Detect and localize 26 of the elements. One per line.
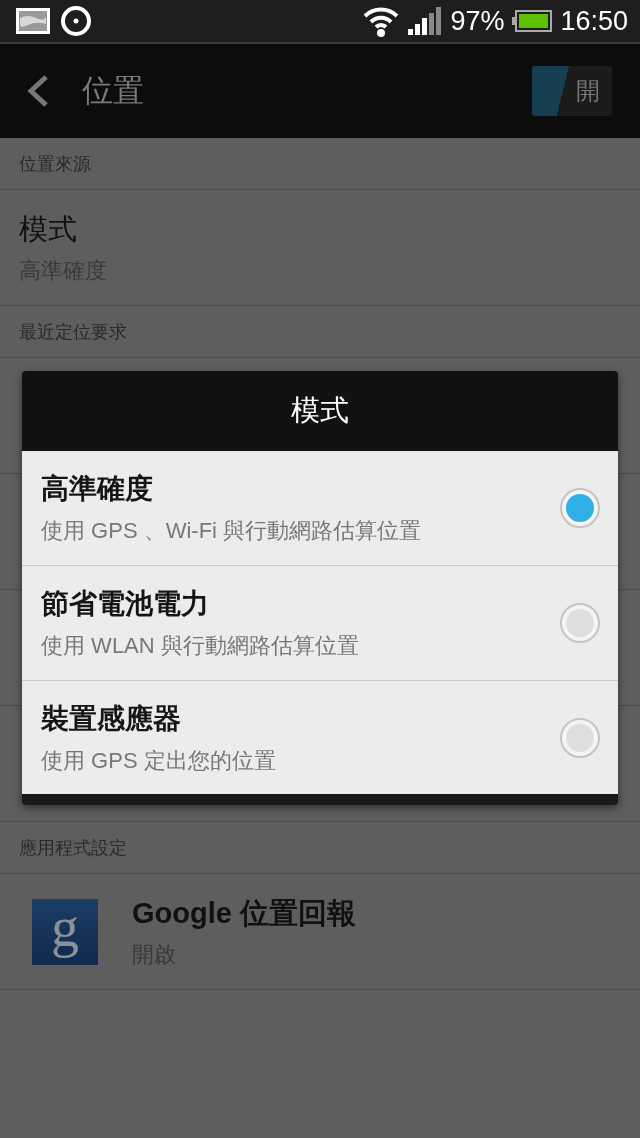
option-row[interactable]: 裝置感應器 使用 GPS 定出您的位置 [22,681,618,794]
clock-time: 16:50 [560,5,628,37]
image-icon [16,8,50,34]
dialog-title: 模式 [22,371,618,451]
option-label: 高準確度 [41,472,154,506]
radio-button[interactable] [560,603,600,643]
option-label: 節省電池電力 [41,587,210,621]
radio-button[interactable] [560,488,600,528]
circle-icon [60,5,92,37]
battery-percent: 97% [450,5,505,37]
back-button[interactable] [26,74,50,108]
option-label: 裝置感應器 [41,701,182,736]
option-row[interactable]: 高準確度 使用 GPS 、Wi-Fi 與行動網路估算位置 [22,451,618,566]
option-description: 使用 GPS 定出您的位置 [41,746,277,775]
option-description: 使用 WLAN 與行動網路估算位置 [41,632,360,660]
screen-title: 位置 [82,72,145,110]
option-row[interactable]: 節省電池電力 使用 WLAN 與行動網路估算位置 [22,566,618,681]
wifi-icon [362,5,401,37]
signal-icon [408,7,443,35]
row-title: Google 位置回報 [132,895,356,931]
radio-button[interactable] [560,717,600,758]
location-toggle[interactable]: 開 [532,66,612,116]
option-description: 使用 GPS 、Wi-Fi 與行動網路估算位置 [41,517,423,545]
row-title: 模式 [19,211,78,247]
battery-icon [512,10,553,32]
app-icon: g [32,898,98,965]
